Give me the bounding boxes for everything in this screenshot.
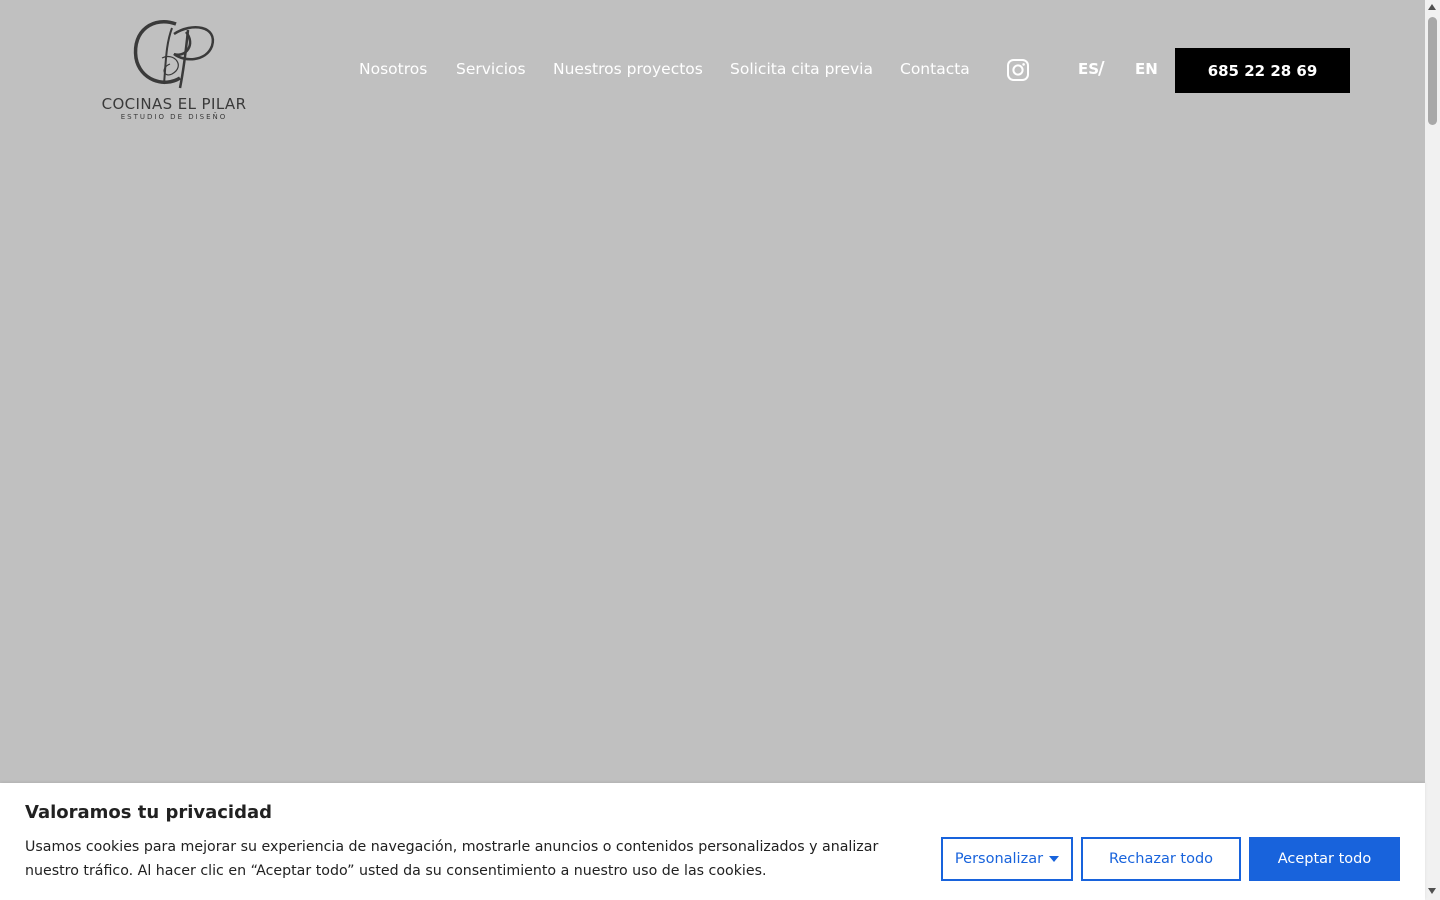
scrollbar[interactable] <box>1425 0 1440 900</box>
cookie-banner: Valoramos tu privacidad Usamos cookies p… <box>0 783 1425 900</box>
site-logo[interactable]: COCINAS EL PILAR ESTUDIO DE DISEÑO <box>92 14 256 126</box>
nav-item-cita-previa[interactable]: Solicita cita previa <box>730 60 873 78</box>
customize-button[interactable]: Personalizar <box>941 837 1073 881</box>
lang-es[interactable]: ES <box>1078 60 1099 78</box>
cookie-banner-title: Valoramos tu privacidad <box>25 802 273 823</box>
accept-all-button[interactable]: Aceptar todo <box>1249 837 1400 881</box>
lang-separator: / <box>1098 58 1105 79</box>
nav-item-nosotros[interactable]: Nosotros <box>359 60 427 78</box>
logo-tagline: ESTUDIO DE DISEÑO <box>120 113 228 121</box>
scroll-down-arrow-icon[interactable] <box>1428 888 1436 894</box>
page-background: COCINAS EL PILAR ESTUDIO DE DISEÑO Nosot… <box>0 0 1425 900</box>
scroll-up-arrow-icon[interactable] <box>1428 4 1436 10</box>
nav-item-proyectos[interactable]: Nuestros proyectos <box>553 60 703 78</box>
lang-en[interactable]: EN <box>1135 60 1158 78</box>
phone-button[interactable]: 685 22 28 69 <box>1175 48 1350 93</box>
instagram-icon[interactable] <box>1006 58 1030 82</box>
logo-name: COCINAS EL PILAR <box>101 95 247 113</box>
reject-all-button[interactable]: Rechazar todo <box>1081 837 1241 881</box>
logo-monogram <box>133 20 215 89</box>
nav-item-contacta[interactable]: Contacta <box>900 60 970 78</box>
scrollbar-thumb[interactable] <box>1428 17 1437 125</box>
caret-down-icon <box>1049 856 1060 862</box>
nav-item-servicios[interactable]: Servicios <box>456 60 526 78</box>
cookie-banner-text: Usamos cookies para mejorar su experienc… <box>25 839 879 879</box>
customize-button-label: Personalizar <box>954 851 1044 867</box>
